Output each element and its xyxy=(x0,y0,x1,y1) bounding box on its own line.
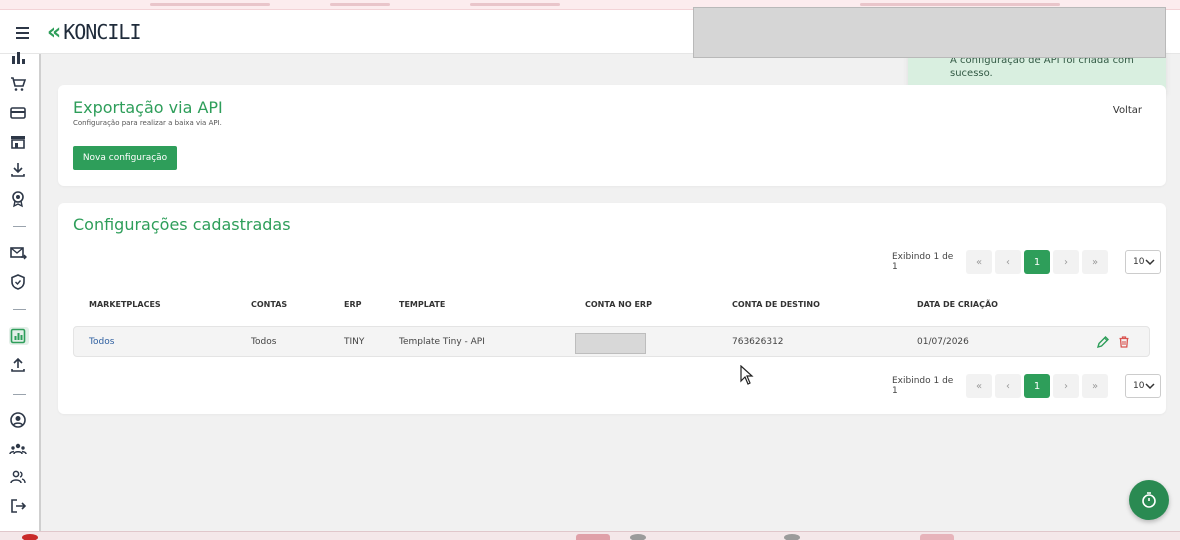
export-api-card: Exportação via API Configuração para rea… xyxy=(58,85,1166,186)
page-size-value: 10 xyxy=(1133,381,1145,391)
sidebar-divider xyxy=(13,226,26,227)
table-row: Todos Todos TINY Template Tiny - API 763… xyxy=(73,326,1150,357)
pagination-top: Exibindo 1 de 1 « ‹ 1 › » 10 xyxy=(892,249,1161,275)
koncili-logo[interactable]: « KONCILI xyxy=(47,19,142,45)
page-size-select[interactable]: 10 xyxy=(1125,250,1161,274)
column-header: CONTA NO ERP xyxy=(585,300,652,309)
first-page-button[interactable]: « xyxy=(966,250,992,274)
logo-mark: « xyxy=(47,19,61,45)
pagination-info: Exibindo 1 de 1 xyxy=(892,252,954,272)
last-page-button[interactable]: » xyxy=(1082,250,1108,274)
column-header: DATA DE CRIAÇÃO xyxy=(917,300,998,309)
next-page-button[interactable]: › xyxy=(1053,374,1079,398)
os-taskbar xyxy=(0,531,1180,540)
column-header: TEMPLATE xyxy=(399,300,446,309)
timer-fab-button[interactable] xyxy=(1129,480,1169,520)
sidebar-divider xyxy=(13,309,26,310)
pagination-bottom: Exibindo 1 de 1 « ‹ 1 › » 10 xyxy=(892,373,1161,399)
column-header: MARKETPLACES xyxy=(89,300,161,309)
delete-icon[interactable] xyxy=(1117,335,1131,349)
timer-icon xyxy=(1142,492,1156,508)
section-title: Configurações cadastradas xyxy=(73,215,291,234)
current-page-button[interactable]: 1 xyxy=(1024,250,1050,274)
column-header: ERP xyxy=(344,300,362,309)
download-icon[interactable] xyxy=(9,161,29,179)
page-size-value: 10 xyxy=(1133,257,1145,267)
cell-template: Template Tiny - API xyxy=(399,337,485,347)
upload-icon[interactable] xyxy=(9,356,29,374)
cell-erp: TINY xyxy=(344,337,365,347)
page-size-select[interactable]: 10 xyxy=(1125,374,1161,398)
page-title: Exportação via API xyxy=(73,98,223,117)
configurations-card: Configurações cadastradas Exibindo 1 de … xyxy=(58,203,1166,414)
new-configuration-button[interactable]: Nova configuração xyxy=(73,146,177,170)
column-header: CONTAS xyxy=(251,300,288,309)
store-icon[interactable] xyxy=(9,133,29,151)
mouse-pointer-icon xyxy=(740,365,754,385)
menu-icon[interactable] xyxy=(12,22,34,42)
cart-icon[interactable] xyxy=(9,75,29,93)
users-icon[interactable] xyxy=(9,468,29,486)
cell-marketplaces[interactable]: Todos xyxy=(89,337,114,347)
cell-data-criacao: 01/07/2026 xyxy=(917,337,969,347)
edit-icon[interactable] xyxy=(1096,335,1110,349)
first-page-button[interactable]: « xyxy=(966,374,992,398)
page-subtitle: Configuração para realizar a baixa via A… xyxy=(73,119,222,127)
next-page-button[interactable]: › xyxy=(1053,250,1079,274)
sidebar xyxy=(0,52,41,531)
credit-card-icon[interactable] xyxy=(9,104,29,122)
user-circle-icon[interactable] xyxy=(9,411,29,429)
mail-forward-icon[interactable] xyxy=(9,244,29,262)
team-icon[interactable] xyxy=(9,440,29,458)
prev-page-button[interactable]: ‹ xyxy=(995,250,1021,274)
logout-icon[interactable] xyxy=(9,497,29,515)
column-header: CONTA DE DESTINO xyxy=(732,300,820,309)
bar-chart-icon[interactable] xyxy=(9,50,29,68)
chevron-down-icon xyxy=(1145,259,1155,266)
redacted-cell xyxy=(575,333,646,354)
pagination-info: Exibindo 1 de 1 xyxy=(892,376,954,396)
logo-text: KONCILI xyxy=(63,20,141,44)
redacted-area xyxy=(693,7,1166,58)
chevron-down-icon xyxy=(1145,383,1155,390)
award-icon[interactable] xyxy=(9,190,29,208)
last-page-button[interactable]: » xyxy=(1082,374,1108,398)
back-link[interactable]: Voltar xyxy=(1113,105,1142,116)
prev-page-button[interactable]: ‹ xyxy=(995,374,1021,398)
current-page-button[interactable]: 1 xyxy=(1024,374,1050,398)
shield-icon[interactable] xyxy=(9,273,29,291)
sidebar-divider xyxy=(13,394,26,395)
cell-contas: Todos xyxy=(251,337,277,347)
cell-conta-destino: 763626312 xyxy=(732,337,784,347)
report-icon[interactable] xyxy=(9,327,29,345)
